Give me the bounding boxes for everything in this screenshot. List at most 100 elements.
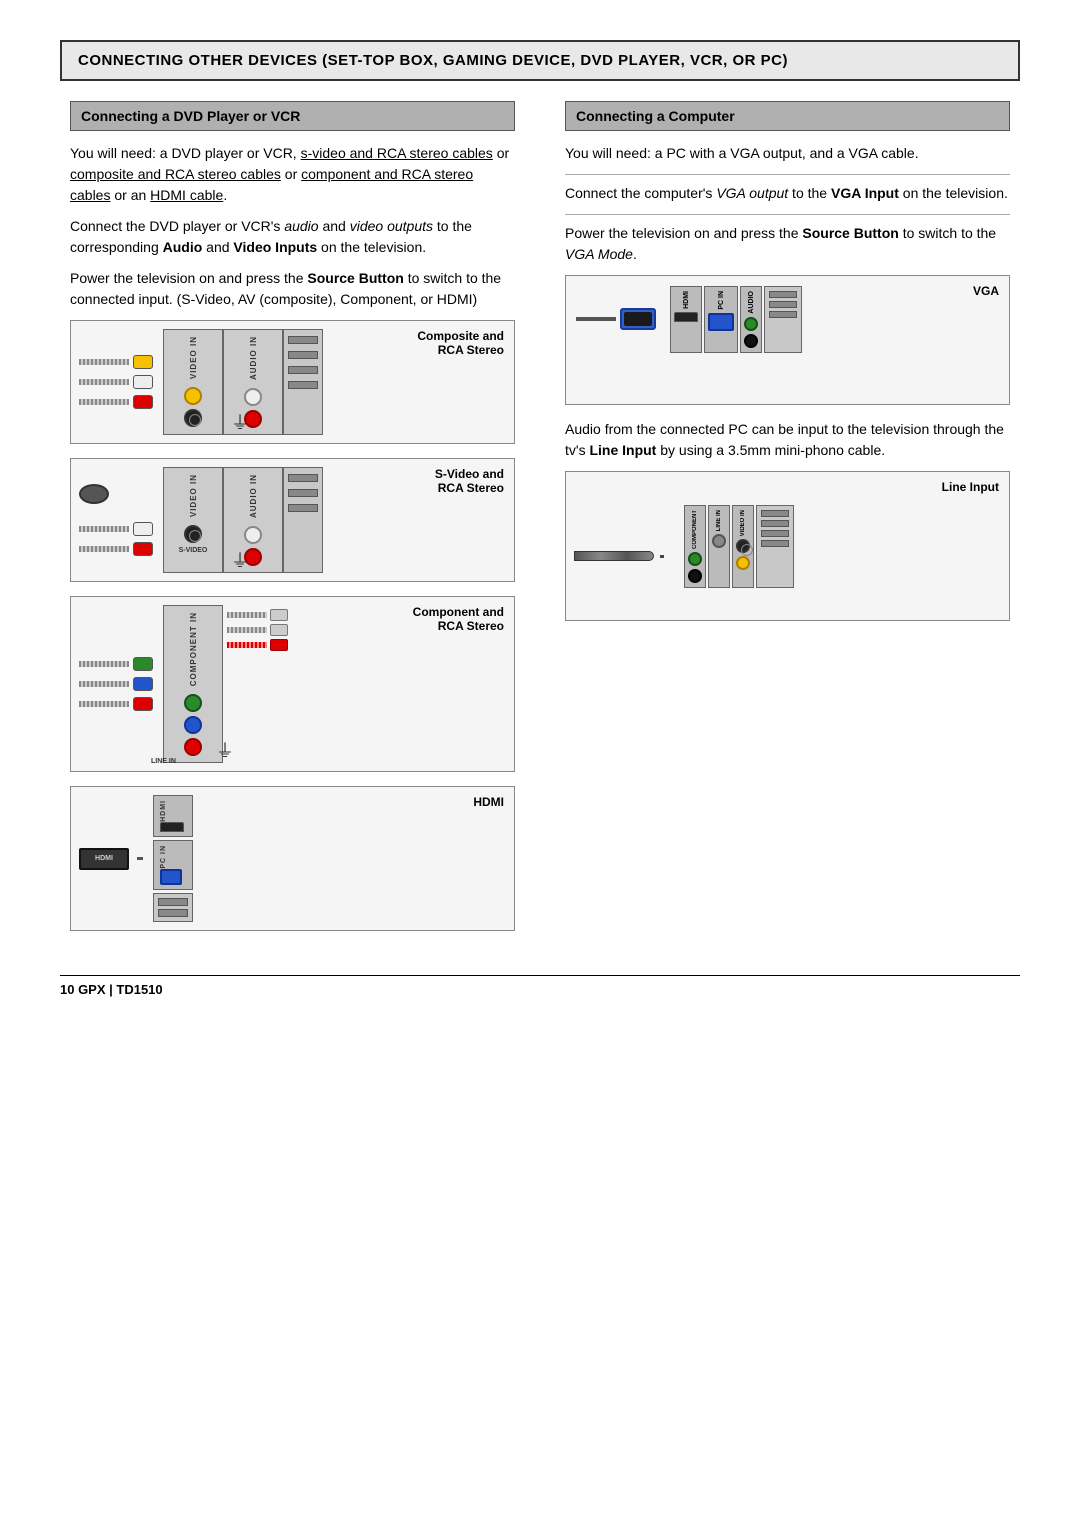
ground-symbol: ⏚ xyxy=(231,409,249,435)
left-section-title: Connecting a DVD Player or VCR xyxy=(70,101,515,131)
li-tv-port2 xyxy=(761,520,789,527)
diagram-line-input: Line Input COMPONENT LINE IN xyxy=(565,471,1010,621)
main-title: CONNECTING OTHER DEVICES (SET-TOP BOX, G… xyxy=(78,52,1002,69)
cable-white2 xyxy=(79,522,153,536)
diagram-vga: HDMI PC IN AUDIO xyxy=(565,275,1010,405)
mini-phono-plug xyxy=(574,551,654,561)
component-extra-cables3 xyxy=(227,639,288,651)
cable-blue xyxy=(79,677,153,691)
footer: 10 GPX | TD1510 xyxy=(60,975,1020,997)
diagram4-label: HDMI xyxy=(473,795,504,809)
tv-port-1 xyxy=(288,336,318,344)
li-tv-port1 xyxy=(761,510,789,517)
vga-connector xyxy=(620,308,656,330)
hdmi-cable-area: HDMI xyxy=(79,848,143,870)
li-black xyxy=(688,569,702,583)
line-input-content xyxy=(574,551,664,561)
ground-symbol2: ⏚ xyxy=(231,547,249,573)
hdmi-port-section: HDMI xyxy=(153,795,193,837)
tv-port-4 xyxy=(288,381,318,389)
hdmi-tv-port2 xyxy=(158,909,188,917)
cable-red xyxy=(79,395,153,409)
port-svideo2 xyxy=(184,525,202,543)
divider1 xyxy=(565,174,1010,175)
vga-audio-section: AUDIO xyxy=(740,286,762,353)
port-panel-component-in: COMPONENT IN xyxy=(163,605,223,763)
component-cables xyxy=(79,657,153,711)
vga-green-port xyxy=(744,317,758,331)
component-in-label: COMPONENT IN xyxy=(189,612,198,686)
diagram-component: Component andRCA Stereo COMPONENT IN xyxy=(70,596,515,772)
port-red3 xyxy=(184,738,202,756)
video-in-label2: VIDEO IN xyxy=(189,474,198,517)
cable-white xyxy=(79,375,153,389)
ground-symbol3: ⏚ xyxy=(216,737,234,763)
tv-port2-1 xyxy=(288,474,318,482)
li-component-label: COMPONENT xyxy=(692,510,698,549)
port-green xyxy=(184,694,202,712)
port-blue xyxy=(184,716,202,734)
tv-side-panel2 xyxy=(283,467,323,573)
cable-green xyxy=(79,657,153,671)
left-para2: Connect the DVD player or VCR's audio an… xyxy=(70,216,515,258)
phono-wire xyxy=(660,555,664,558)
cable-svideo-connector xyxy=(79,484,153,504)
right-section-title: Connecting a Computer xyxy=(565,101,1010,131)
line-in-label: LINE IN xyxy=(151,758,176,765)
audio-in-label2: AUDIO IN xyxy=(249,474,258,518)
port-yellow xyxy=(184,387,202,405)
hdmi-port-label: HDMI xyxy=(160,800,167,822)
cable-red3 xyxy=(79,697,153,711)
footer-text: 10 GPX | TD1510 xyxy=(60,982,163,997)
port-panel-video-in2: VIDEO IN S-VIDEO xyxy=(163,467,223,573)
diagram-hdmi: HDMI HDMI HDMI PC IN xyxy=(70,786,515,931)
li-tv-port3 xyxy=(761,530,789,537)
li-yellow xyxy=(736,556,750,570)
svideo-cables xyxy=(79,484,153,556)
diagram-composite: Composite andRCA Stereo VIDEO IN xyxy=(70,320,515,444)
vga-hdmi-label: HDMI xyxy=(683,291,690,309)
tv-side-panel xyxy=(283,329,323,435)
pcin-label: PC IN xyxy=(160,845,167,869)
left-para3: Power the television on and press the So… xyxy=(70,268,515,310)
cable-yellow xyxy=(79,355,153,369)
tv-port2-3 xyxy=(288,504,318,512)
vga-wire xyxy=(576,317,616,321)
hdmi-wire xyxy=(137,857,143,860)
diagram1-label: Composite andRCA Stereo xyxy=(417,329,504,357)
hdmi-port xyxy=(160,822,184,832)
component-extra-cables xyxy=(227,609,288,621)
video-in-label: VIDEO IN xyxy=(189,336,198,379)
vga-tv-port2 xyxy=(769,301,797,308)
right-column: Connecting a Computer You will need: a P… xyxy=(555,101,1020,945)
left-column: Connecting a DVD Player or VCR You will … xyxy=(60,101,525,945)
pcin-port xyxy=(160,869,182,885)
vga-tv-side xyxy=(764,286,802,353)
vga-tv-port3 xyxy=(769,311,797,318)
diagram2-label: S-Video andRCA Stereo xyxy=(435,467,504,495)
li-line-port xyxy=(712,534,726,548)
li-green xyxy=(688,552,702,566)
right-para2: Connect the computer's VGA output to the… xyxy=(565,183,1010,204)
vga-label-text: VGA xyxy=(973,284,999,298)
diagram6-label: Line Input xyxy=(942,480,999,494)
li-linein-label: LINE IN xyxy=(716,510,722,531)
left-para1: You will need: a DVD player or VCR, s-vi… xyxy=(70,143,515,206)
vga-pcin-section: PC IN xyxy=(704,286,738,353)
tv-port-2 xyxy=(288,351,318,359)
cable-red2 xyxy=(79,542,153,556)
vga-audio-label: AUDIO xyxy=(748,291,755,314)
port-white2 xyxy=(244,526,262,544)
port-panel-video-in: VIDEO IN xyxy=(163,329,223,435)
hdmi-panel: HDMI PC IN xyxy=(153,795,193,922)
pcin-port-section: PC IN xyxy=(153,840,193,890)
li-videoin-label: VIDEO IN xyxy=(740,510,746,536)
hdmi-tv-port1 xyxy=(158,898,188,906)
vga-tv-panel: HDMI PC IN AUDIO xyxy=(670,286,802,353)
port-svideo xyxy=(184,409,202,427)
vga-hdmi-port xyxy=(674,312,698,322)
li-videoin-section: VIDEO IN xyxy=(732,505,754,588)
svideo-sublabel: S-VIDEO xyxy=(179,547,208,554)
line-input-tv-panel: COMPONENT LINE IN VIDEO IN xyxy=(684,505,794,588)
diagram-svideo: S-Video andRCA Stereo VIDEO IN S-VID xyxy=(70,458,515,582)
